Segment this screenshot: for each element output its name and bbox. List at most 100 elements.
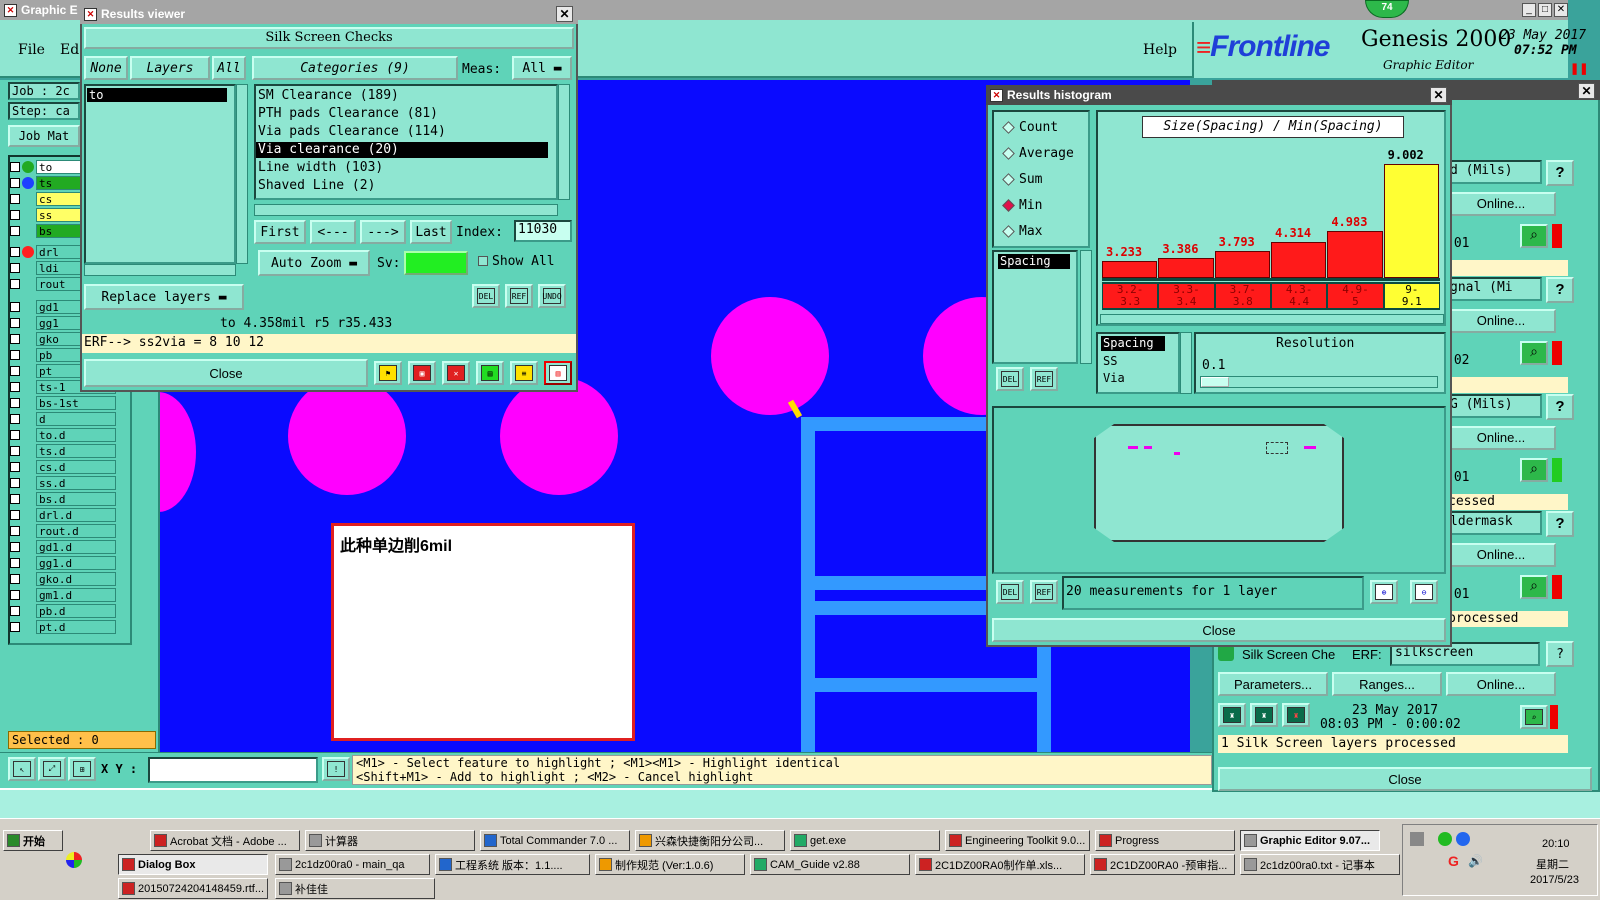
layers-button[interactable]: Layers: [130, 56, 210, 80]
layer-row-bs-1st[interactable]: bs-1st: [10, 395, 128, 410]
all-layers-button[interactable]: All: [212, 56, 246, 80]
layer-checkbox[interactable]: [10, 161, 20, 172]
zoom-out-icon[interactable]: ⊖: [1410, 580, 1438, 604]
preview-del-icon[interactable]: DEL: [996, 580, 1024, 604]
online-button[interactable]: Online...: [1446, 309, 1556, 333]
layer-checkbox[interactable]: [10, 605, 20, 616]
help-button[interactable]: ?: [1546, 160, 1574, 186]
help-button[interactable]: ?: [1546, 511, 1574, 537]
taskbar-button[interactable]: 制作规范 (Ver:1.0.6): [595, 854, 745, 875]
taskbar-button[interactable]: 20150724204148459.rtf...: [118, 878, 268, 899]
mode-average[interactable]: Average: [1002, 146, 1074, 161]
zoom-results-icon[interactable]: ⌕: [1520, 341, 1548, 365]
taskbar-button[interactable]: Acrobat 文档 - Adobe ...: [150, 830, 300, 851]
help-button[interactable]: ?: [1546, 641, 1574, 667]
layer-checkbox[interactable]: [10, 349, 20, 360]
layer-name[interactable]: rout.d: [36, 523, 116, 538]
rv-layer-list[interactable]: [84, 84, 236, 264]
zoom-fit-icon[interactable]: ↖: [8, 757, 36, 781]
rv-layer-selected[interactable]: to: [87, 88, 227, 102]
none-button[interactable]: None: [84, 56, 128, 80]
taskbar-button[interactable]: CAM_Guide v2.88: [750, 854, 910, 875]
layer-row-gg1-d[interactable]: gg1.d: [10, 555, 128, 570]
histogram-bar[interactable]: [1102, 260, 1158, 278]
tray-ie-icon[interactable]: [1456, 832, 1470, 846]
layer-row-gko-d[interactable]: gko.d: [10, 571, 128, 586]
first-button[interactable]: First: [254, 220, 306, 244]
taskbar-button[interactable]: get.exe: [790, 830, 940, 851]
minimize-icon[interactable]: _: [1522, 3, 1536, 17]
histogram-title-bar[interactable]: ✕ Results histogram: [986, 85, 1452, 105]
trace[interactable]: [1037, 640, 1051, 752]
layer-checkbox[interactable]: [10, 621, 20, 632]
category-scrollbar[interactable]: [558, 84, 570, 200]
undo-icon[interactable]: UNDO: [538, 284, 566, 308]
check-row-label[interactable]: ldermask: [1446, 511, 1542, 535]
close-icon[interactable]: ✕: [1430, 87, 1447, 103]
layer-name[interactable]: to.d: [36, 427, 116, 442]
help-button[interactable]: ?: [1546, 277, 1574, 303]
zoom-results-icon[interactable]: ⌕: [1520, 575, 1548, 599]
type-item[interactable]: Via: [1103, 371, 1125, 385]
online-button[interactable]: Online...: [1446, 672, 1556, 696]
layer-name[interactable]: drl.d: [36, 507, 116, 522]
meas-dropdown[interactable]: All ▬: [512, 56, 572, 80]
taskbar-button[interactable]: Engineering Toolkit 9.0...: [945, 830, 1090, 851]
menu-file[interactable]: File: [18, 42, 45, 58]
layer-checkbox[interactable]: [10, 278, 20, 289]
coord-input[interactable]: [148, 757, 318, 783]
histogram-icon[interactable]: ▥: [544, 361, 572, 385]
layer-row-d[interactable]: d: [10, 411, 128, 426]
preview-ref-icon[interactable]: REF: [1030, 580, 1058, 604]
layer-checkbox[interactable]: [10, 445, 20, 456]
layer-checkbox[interactable]: [10, 429, 20, 440]
trace[interactable]: [801, 678, 1051, 692]
help-button[interactable]: ?: [1546, 394, 1574, 420]
results-viewer-title-bar[interactable]: ✕ Results viewer: [80, 4, 578, 24]
ref-icon[interactable]: REF: [505, 284, 533, 308]
layer-checkbox[interactable]: [10, 381, 20, 392]
taskbar-button[interactable]: 计算器: [305, 830, 475, 851]
check-row-label[interactable]: G (Mils): [1446, 394, 1542, 418]
hist-del-icon[interactable]: DEL: [996, 367, 1024, 391]
layer-checkbox[interactable]: [10, 493, 20, 504]
stop-run-icon[interactable]: ♜: [1282, 703, 1310, 727]
layer-row-bs-d[interactable]: bs.d: [10, 491, 128, 506]
histogram-bar[interactable]: [1383, 163, 1439, 278]
run-icon[interactable]: ♜: [1218, 703, 1246, 727]
del-icon[interactable]: DEL: [472, 284, 500, 308]
taskbar-button[interactable]: 2C1DZ00RA0制作单.xls...: [915, 854, 1085, 875]
layer-checkbox[interactable]: [10, 365, 20, 376]
taskbar-button[interactable]: 兴森快捷衡阳分公司...: [635, 830, 785, 851]
layer-checkbox[interactable]: [10, 333, 20, 344]
layer-row-rout-d[interactable]: rout.d: [10, 523, 128, 538]
close-icon[interactable]: ✕: [1554, 3, 1568, 17]
zoom-results-icon[interactable]: ⌕: [1520, 224, 1548, 248]
layer-name[interactable]: gko.d: [36, 571, 116, 586]
ranges-button[interactable]: Ranges...: [1332, 672, 1442, 696]
taskbar-button[interactable]: 工程系统 版本：1.1....: [435, 854, 590, 875]
layer-checkbox[interactable]: [10, 301, 20, 312]
mode-min[interactable]: Min: [1002, 198, 1042, 213]
select-icon[interactable]: ▣: [408, 361, 436, 385]
mode-max[interactable]: Max: [1002, 224, 1042, 239]
quicklaunch-icon[interactable]: [66, 852, 82, 868]
next-button[interactable]: --->: [360, 220, 406, 244]
layer-row-ss-d[interactable]: ss.d: [10, 475, 128, 490]
taskbar-button[interactable]: Progress: [1095, 830, 1235, 851]
type-item-selected[interactable]: Spacing: [1101, 336, 1165, 351]
category-item[interactable]: Shaved Line (2): [256, 178, 548, 194]
layer-row-gm1-d[interactable]: gm1.d: [10, 587, 128, 602]
info-icon[interactable]: !: [322, 757, 350, 781]
check-row-label[interactable]: gnal (Mi: [1446, 277, 1542, 301]
index-input[interactable]: 11030: [514, 220, 572, 242]
maximize-icon[interactable]: □: [1538, 3, 1552, 17]
layer-row-to-d[interactable]: to.d: [10, 427, 128, 442]
check-row-label[interactable]: d (Mils): [1446, 160, 1542, 184]
layer-name[interactable]: ss.d: [36, 475, 116, 490]
highlight-icon[interactable]: ⚑: [374, 361, 402, 385]
rv-close-button[interactable]: Close: [84, 359, 368, 387]
layer-checkbox[interactable]: [10, 525, 20, 536]
layer-checkbox[interactable]: [10, 477, 20, 488]
tray-printer-icon[interactable]: [1410, 832, 1424, 846]
